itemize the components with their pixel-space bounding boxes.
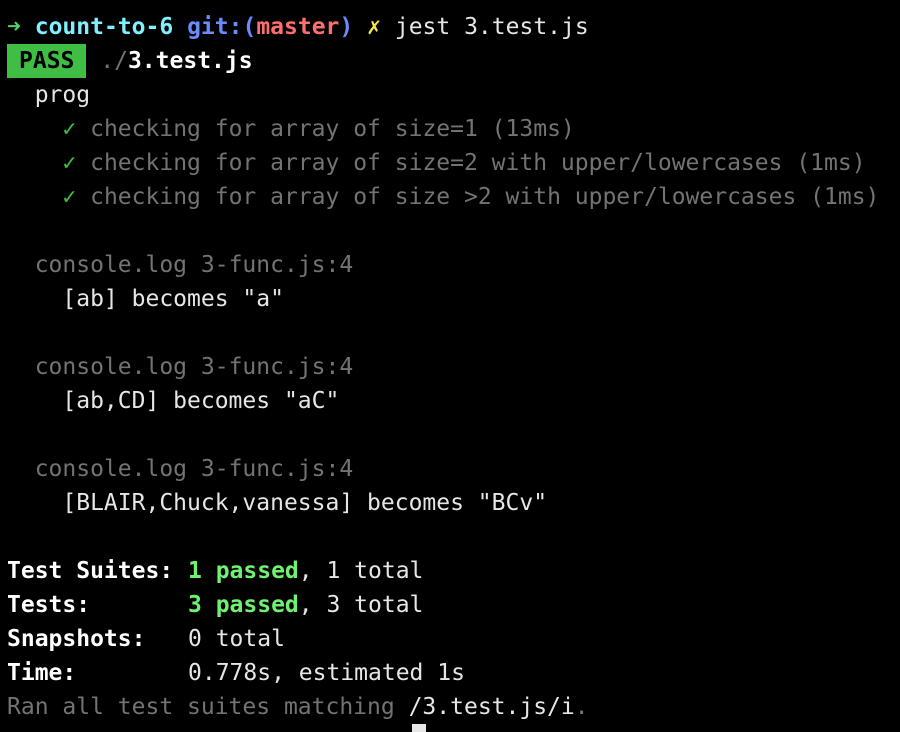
console-log-message-text: [ab] becomes "a" [62, 286, 284, 312]
prompt-branch: master [256, 14, 340, 40]
console-log-message: [ab] becomes "a" [7, 282, 284, 316]
summary-time-label: Time: [7, 660, 77, 686]
prompt-git-suffix: ) [339, 14, 354, 40]
check-icon: ✓ [62, 150, 77, 176]
summary-tests-total: , 3 total [298, 592, 424, 618]
console-log-source: console.log 3-func.js:4 [7, 452, 354, 486]
summary-ran: Ran all test suites matching /3.test.js/… [7, 690, 589, 724]
test-case-row: ✓ checking for array of size=2 with uppe… [7, 146, 866, 180]
dirty-status-icon: ✗ [367, 14, 381, 40]
console-log-source-text: console.log 3-func.js:4 [34, 456, 354, 482]
suite-name-text: prog [34, 82, 91, 108]
test-file-name: 3.test.js [127, 48, 253, 74]
summary-suites: Test Suites: 1 passed, 1 total [7, 554, 423, 588]
console-log-message-text: [ab,CD] becomes "aC" [62, 388, 340, 414]
check-icon: ✓ [62, 184, 77, 210]
console-log-message-text: [BLAIR,Chuck,vanessa] becomes "BCv" [62, 490, 548, 516]
summary-snapshots-value: 0 total [188, 626, 285, 652]
summary-snapshots: Snapshots: 0 total [7, 622, 285, 656]
pass-badge: PASS [7, 44, 87, 78]
prompt-directory: count-to-6 [34, 14, 174, 40]
summary-snapshots-label: Snapshots: [7, 626, 146, 652]
console-log-source-text: console.log 3-func.js:4 [34, 252, 354, 278]
prompt-arrow-icon: ➜ [7, 14, 21, 40]
summary-ran-suffix: . [574, 694, 589, 720]
summary-suites-label: Test Suites: [7, 558, 174, 584]
console-log-message: [ab,CD] becomes "aC" [7, 384, 339, 418]
suite-name: prog [7, 78, 90, 112]
console-log-message: [BLAIR,Chuck,vanessa] becomes "BCv" [7, 486, 547, 520]
prompt-line: ➜ count-to-6 git:(master) ✗ jest 3.test.… [7, 10, 589, 44]
summary-ran-prefix: Ran all test suites matching [7, 694, 409, 720]
terminal-window[interactable]: ➜ count-to-6 git:(master) ✗ jest 3.test.… [0, 0, 900, 732]
test-case-row: ✓ checking for array of size=1 (13ms) [7, 112, 575, 146]
test-case-row: ✓ checking for array of size >2 with upp… [7, 180, 879, 214]
prompt-command: jest 3.test.js [394, 14, 589, 40]
console-log-source: console.log 3-func.js:4 [7, 248, 354, 282]
summary-tests: Tests: 3 passed, 3 total [7, 588, 423, 622]
test-case-label: checking for array of size=1 (13ms) [90, 116, 575, 142]
test-case-label: checking for array of size >2 with upper… [90, 184, 880, 210]
test-result-line: PASS ./3.test.js [7, 44, 253, 78]
summary-time-value: 0.778s, estimated 1s [188, 660, 465, 686]
console-log-source-text: console.log 3-func.js:4 [34, 354, 354, 380]
prompt-git-prefix: git:( [187, 14, 257, 40]
summary-ran-pattern: /3.test.js/i [408, 694, 575, 720]
summary-time: Time: 0.778s, estimated 1s [7, 656, 465, 690]
console-log-source: console.log 3-func.js:4 [7, 350, 354, 384]
summary-tests-passed: 3 passed [188, 592, 299, 618]
test-case-label: checking for array of size=2 with upper/… [90, 150, 866, 176]
terminal-cursor [412, 724, 426, 732]
summary-suites-total: , 1 total [298, 558, 424, 584]
summary-suites-passed: 1 passed [188, 558, 299, 584]
summary-tests-label: Tests: [7, 592, 91, 618]
check-icon: ✓ [62, 116, 77, 142]
test-file-dir: ./ [100, 48, 128, 74]
